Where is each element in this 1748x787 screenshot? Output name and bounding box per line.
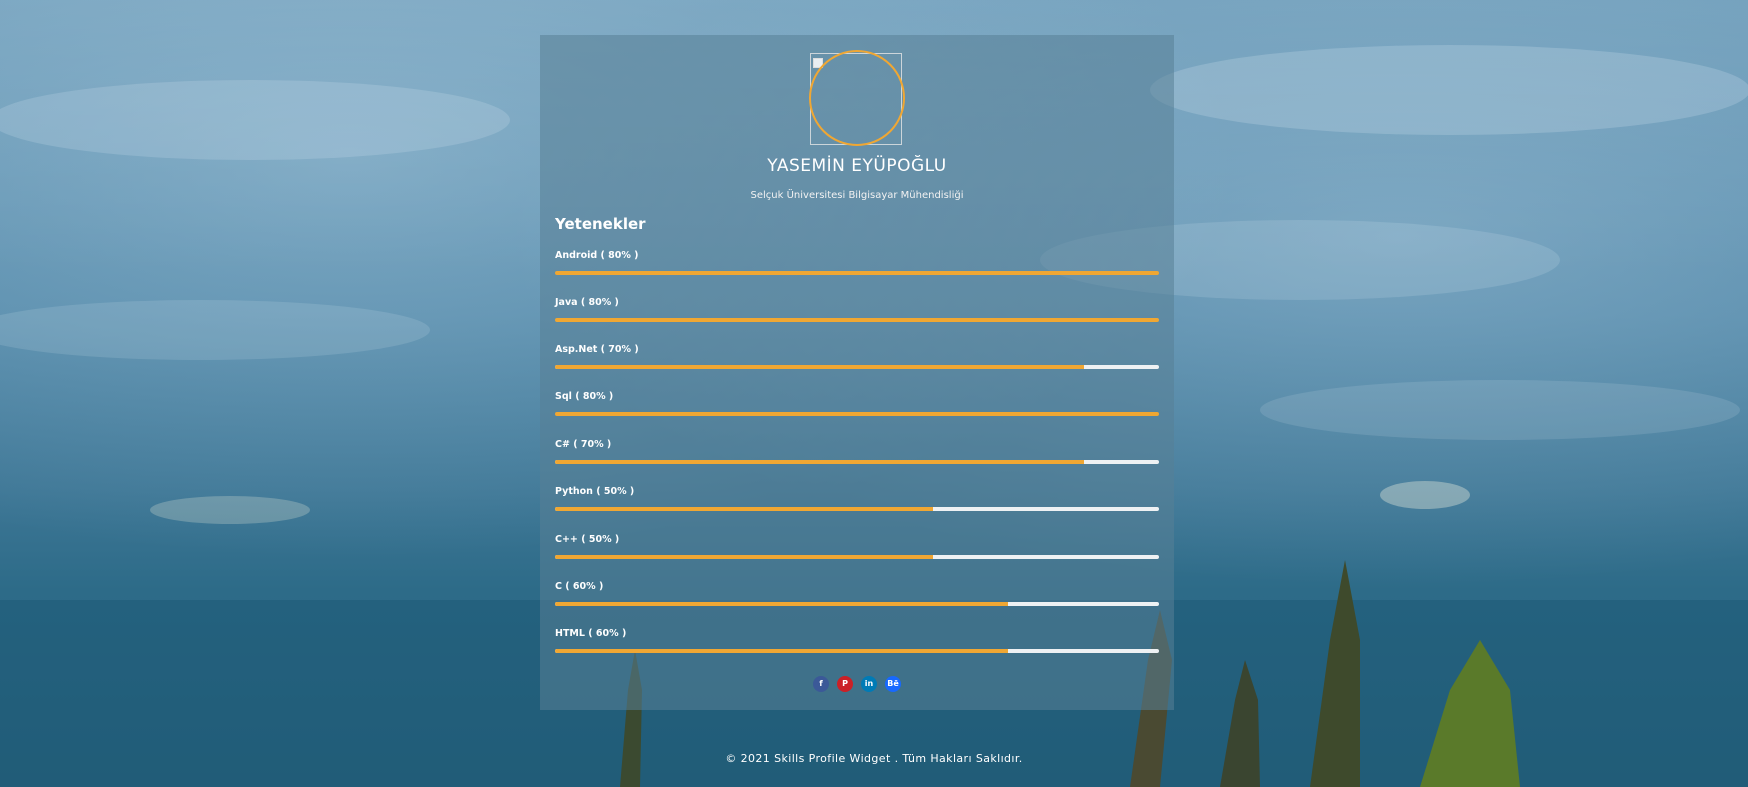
profile-name: YASEMİN EYÜPOĞLU	[767, 156, 947, 176]
skill-label: Android ( 80% )	[555, 250, 639, 261]
skill-label: HTML ( 60% )	[555, 628, 627, 639]
skill-item: Sql ( 80% )	[555, 391, 1159, 425]
skill-item: C ( 60% )	[555, 581, 1159, 615]
skill-bar-track	[555, 507, 1159, 511]
skills-title: Yetenekler	[555, 215, 646, 233]
skill-label: C# ( 70% )	[555, 439, 612, 450]
skill-bar-fill	[555, 318, 1159, 322]
skill-bar-track	[555, 365, 1159, 369]
pinterest-icon[interactable]: P	[837, 675, 853, 692]
skill-bar-fill	[555, 602, 1008, 606]
skill-bar-fill	[555, 649, 1008, 653]
avatar	[809, 50, 905, 146]
skill-bar-track	[555, 412, 1159, 416]
skill-item: Android ( 80% )	[555, 250, 1159, 284]
profile-subtitle: Selçuk Üniversitesi Bilgisayar Mühendisl…	[750, 190, 964, 201]
skill-item: Java ( 80% )	[555, 297, 1159, 331]
skill-label: C ( 60% )	[555, 581, 604, 592]
behance-icon[interactable]: Bē	[885, 675, 901, 692]
skill-bar-track	[555, 460, 1159, 464]
skill-label: C++ ( 50% )	[555, 534, 620, 545]
skill-bar-track	[555, 318, 1159, 322]
linkedin-icon[interactable]: in	[861, 675, 877, 692]
facebook-icon[interactable]: f	[813, 675, 829, 692]
skill-item: C++ ( 50% )	[555, 534, 1159, 568]
skill-bar-track	[555, 271, 1159, 275]
skill-item: Asp.Net ( 70% )	[555, 344, 1159, 378]
social-links: f Pin Bē	[540, 675, 1174, 693]
skill-item: C# ( 70% )	[555, 439, 1159, 473]
skill-bar-fill	[555, 412, 1159, 416]
skill-bar-fill	[555, 460, 1084, 464]
skill-bar-fill	[555, 507, 933, 511]
skill-bar-track	[555, 555, 1159, 559]
skill-bar-track	[555, 649, 1159, 653]
skill-bar-fill	[555, 555, 933, 559]
skill-bar-fill	[555, 271, 1159, 275]
avatar-ring	[809, 50, 905, 146]
skill-item: HTML ( 60% )	[555, 628, 1159, 662]
footer-copyright: © 2021 Skills Profile Widget . Tüm Hakla…	[725, 752, 1023, 765]
skill-label: Java ( 80% )	[555, 297, 619, 308]
profile-card: YASEMİN EYÜPOĞLU Selçuk Üniversitesi Bil…	[540, 35, 1174, 710]
skill-label: Python ( 50% )	[555, 486, 635, 497]
skill-label: Sql ( 80% )	[555, 391, 614, 402]
skill-bar-fill	[555, 365, 1084, 369]
skill-item: Python ( 50% )	[555, 486, 1159, 520]
skill-bar-track	[555, 602, 1159, 606]
skill-label: Asp.Net ( 70% )	[555, 344, 639, 355]
